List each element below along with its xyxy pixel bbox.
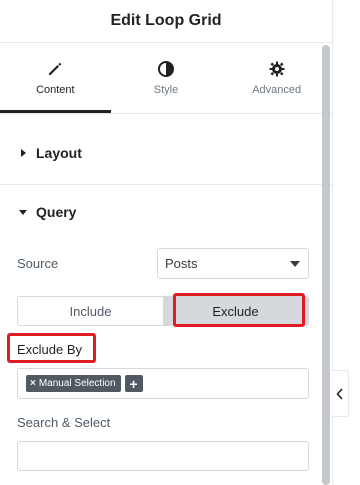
panel-header: Edit Loop Grid: [0, 0, 332, 43]
exclude-by-field[interactable]: × Manual Selection +: [17, 368, 309, 399]
tab-content[interactable]: Content: [0, 43, 111, 113]
panel-title: Edit Loop Grid: [110, 12, 222, 29]
editor-panel: Edit Loop Grid Content Style Advanced La…: [0, 0, 332, 485]
tab-advanced[interactable]: Advanced: [221, 43, 332, 113]
add-chip-button[interactable]: +: [124, 375, 143, 392]
section-layout-label: Layout: [36, 145, 82, 161]
source-select[interactable]: Posts: [157, 248, 309, 279]
scrollbar-thumb[interactable]: [322, 45, 330, 485]
section-query-label: Query: [36, 204, 77, 220]
tab-style[interactable]: Style: [111, 43, 222, 113]
contrast-icon: [158, 61, 174, 77]
chip-label: Manual Selection: [38, 378, 116, 389]
include-option[interactable]: Include: [18, 297, 163, 325]
section-layout-header[interactable]: Layout: [0, 122, 332, 185]
caret-down-icon: [19, 210, 27, 215]
tab-label-style: Style: [153, 84, 179, 96]
chevron-left-icon: [336, 387, 343, 400]
search-select-label: Search & Select: [17, 415, 111, 430]
section-query-header[interactable]: Query: [0, 186, 332, 238]
panel-scrollbar[interactable]: [322, 45, 330, 485]
collapse-panel-button[interactable]: [332, 370, 349, 417]
exclude-by-highlight-box: [7, 333, 96, 363]
tab-label-advanced: Advanced: [252, 84, 302, 96]
source-select-value: Posts: [165, 256, 198, 271]
tab-bar: Content Style Advanced: [0, 43, 332, 114]
gear-icon: [269, 61, 285, 77]
chip-remove-icon[interactable]: ×: [30, 378, 36, 389]
pencil-icon: [49, 62, 62, 75]
chip-manual-selection: × Manual Selection: [26, 375, 121, 392]
caret-right-icon: [21, 149, 26, 157]
exclude-highlight-box: [173, 293, 305, 327]
search-select-field[interactable]: [17, 441, 309, 471]
chevron-down-icon: [290, 261, 300, 267]
source-label: Source: [17, 256, 59, 271]
tab-label-content: Content: [36, 84, 75, 96]
